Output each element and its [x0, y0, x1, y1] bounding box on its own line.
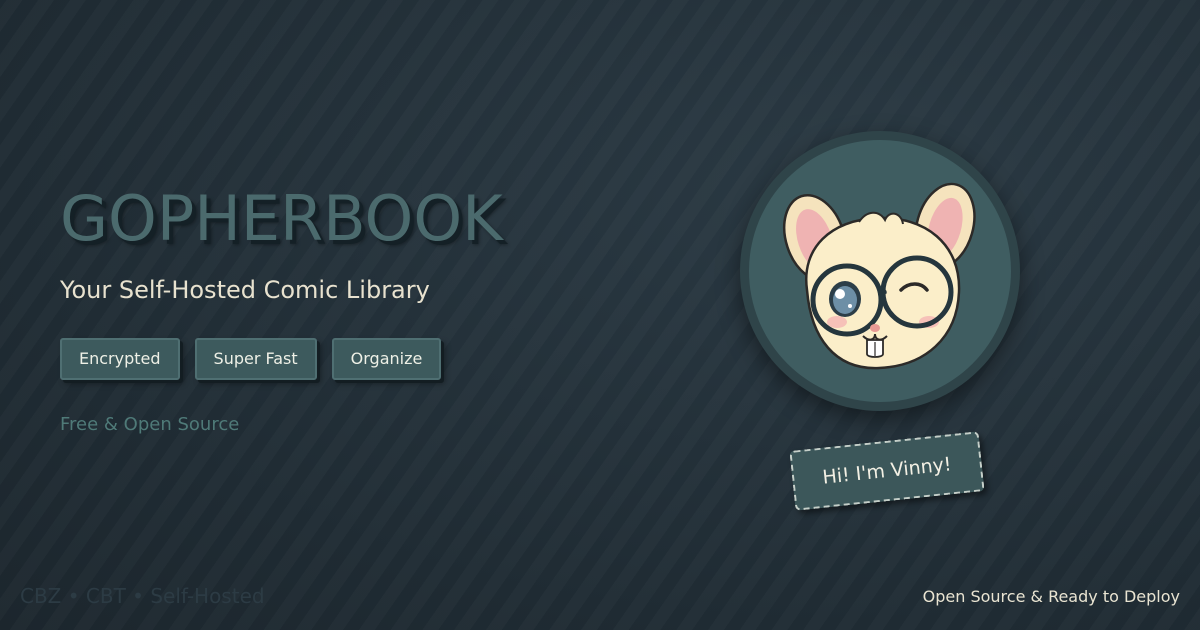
supported-formats: CBZ • CBT • Self-Hosted: [20, 584, 265, 608]
feature-chip-super-fast[interactable]: Super Fast: [194, 338, 317, 380]
feature-chip-encrypted[interactable]: Encrypted: [60, 338, 180, 380]
mascot-badge: [740, 131, 1020, 411]
deploy-status: Open Source & Ready to Deploy: [922, 587, 1180, 606]
mascot-speech-tag: Hi! I'm Vinny!: [789, 431, 985, 511]
hamster-mascot-icon: [782, 182, 976, 370]
feature-chips: Encrypted Super Fast Organize: [60, 338, 620, 380]
hero-section: GOPHERBOOK Your Self-Hosted Comic Librar…: [60, 188, 620, 435]
brand-title: GOPHERBOOK: [60, 182, 503, 255]
tagline: Your Self-Hosted Comic Library: [60, 276, 430, 304]
license-note: Free & Open Source: [60, 414, 240, 435]
mascot-avatar: [749, 140, 1011, 402]
feature-chip-organize[interactable]: Organize: [331, 338, 442, 380]
